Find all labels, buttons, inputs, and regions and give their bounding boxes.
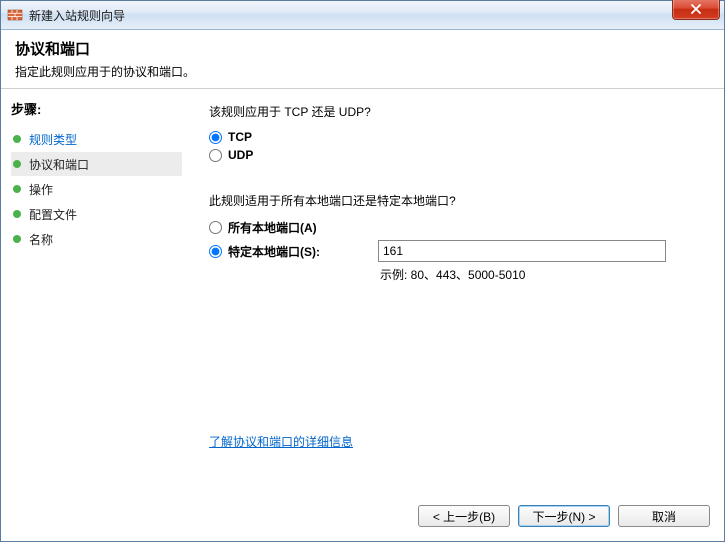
wizard-window: 新建入站规则向导 协议和端口 指定此规则应用于的协议和端口。 步骤: 规则类型 … (0, 0, 725, 542)
learn-more-link[interactable]: 了解协议和端口的详细信息 (209, 433, 353, 450)
header: 协议和端口 指定此规则应用于的协议和端口。 (1, 30, 724, 89)
steps-heading: 步骤: (11, 99, 182, 118)
titlebar: 新建入站规则向导 (1, 1, 724, 30)
next-button[interactable]: 下一步(N) > (518, 505, 610, 527)
close-icon (690, 4, 702, 14)
radio-specific-ports[interactable] (209, 245, 222, 258)
bullet-icon (13, 185, 21, 193)
radio-row-all-ports: 所有本地端口(A) (209, 219, 704, 236)
port-input[interactable] (378, 240, 666, 262)
page-subtitle: 指定此规则应用于的协议和端口。 (15, 63, 710, 80)
step-profile[interactable]: 配置文件 (11, 202, 182, 226)
radio-row-udp: UDP (209, 148, 704, 162)
step-label: 规则类型 (29, 131, 77, 148)
step-rule-type[interactable]: 规则类型 (11, 127, 182, 151)
content: 该规则应用于 TCP 还是 UDP? TCP UDP 此规则适用于所有本地端口还… (189, 89, 724, 491)
steps-sidebar: 步骤: 规则类型 协议和端口 操作 配置文件 名称 (1, 89, 189, 491)
radio-row-tcp: TCP (209, 130, 704, 144)
radio-udp-label: UDP (228, 148, 253, 162)
window-title: 新建入站规则向导 (29, 7, 125, 24)
body: 步骤: 规则类型 协议和端口 操作 配置文件 名称 (1, 89, 724, 491)
firewall-icon (7, 7, 23, 23)
bullet-icon (13, 135, 21, 143)
radio-tcp[interactable] (209, 131, 222, 144)
bullet-icon (13, 210, 21, 218)
bullet-icon (13, 235, 21, 243)
step-label: 协议和端口 (29, 156, 89, 173)
page-title: 协议和端口 (15, 38, 710, 59)
radio-specific-ports-label: 特定本地端口(S): (228, 243, 378, 260)
step-action[interactable]: 操作 (11, 177, 182, 201)
step-name[interactable]: 名称 (11, 227, 182, 251)
radio-all-ports-label: 所有本地端口(A) (228, 219, 317, 236)
close-button[interactable] (672, 0, 720, 20)
question-ports: 此规则适用于所有本地端口还是特定本地端口? (209, 192, 704, 209)
step-protocol-ports[interactable]: 协议和端口 (11, 152, 182, 176)
footer: < 上一步(B) 下一步(N) > 取消 (1, 491, 724, 541)
step-label: 操作 (29, 181, 53, 198)
radio-row-specific-ports: 特定本地端口(S): (209, 240, 704, 262)
question-protocol: 该规则应用于 TCP 还是 UDP? (209, 103, 704, 120)
back-button[interactable]: < 上一步(B) (418, 505, 510, 527)
radio-all-ports[interactable] (209, 221, 222, 234)
step-label: 配置文件 (29, 206, 77, 223)
radio-udp[interactable] (209, 149, 222, 162)
radio-tcp-label: TCP (228, 130, 252, 144)
port-example: 示例: 80、443、5000-5010 (380, 266, 704, 283)
bullet-icon (13, 160, 21, 168)
cancel-button[interactable]: 取消 (618, 505, 710, 527)
step-label: 名称 (29, 231, 53, 248)
